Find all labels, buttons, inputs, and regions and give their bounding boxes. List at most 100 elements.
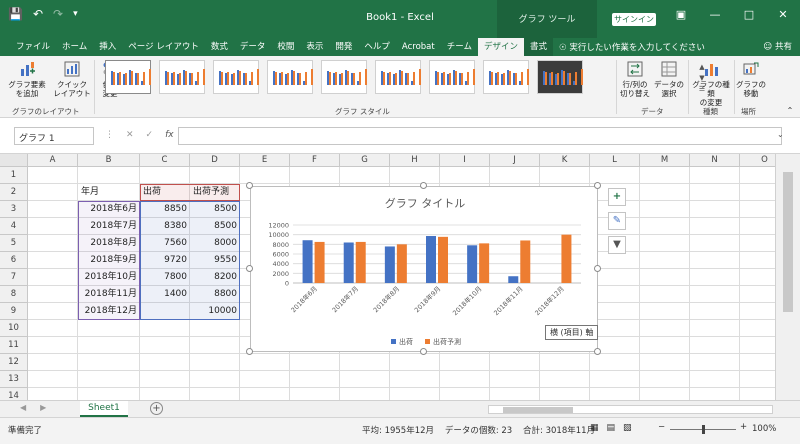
- tab-file[interactable]: ファイル: [10, 38, 56, 56]
- row-header[interactable]: 12: [0, 354, 28, 371]
- chart-style-thumbnail[interactable]: [267, 60, 313, 94]
- enter-icon[interactable]: ✓: [146, 130, 154, 140]
- row-header[interactable]: 9: [0, 303, 28, 320]
- plus-icon[interactable]: +: [608, 188, 626, 206]
- column-header[interactable]: E: [240, 154, 290, 167]
- chart-style-thumbnail[interactable]: [375, 60, 421, 94]
- resize-handle[interactable]: [594, 348, 601, 355]
- table-cell[interactable]: 8380: [140, 218, 190, 235]
- table-cell[interactable]: 9550: [190, 252, 240, 269]
- chart-style-thumbnail[interactable]: [213, 60, 259, 94]
- close-icon[interactable]: ✕: [766, 8, 800, 21]
- zoom-knob[interactable]: [702, 425, 705, 434]
- brush-icon[interactable]: ✎: [608, 212, 626, 230]
- column-header[interactable]: N: [690, 154, 740, 167]
- chart-style-thumbnail[interactable]: [105, 60, 151, 94]
- table-cell[interactable]: 8500: [190, 201, 240, 218]
- resize-handle[interactable]: [594, 265, 601, 272]
- row-header[interactable]: 10: [0, 320, 28, 337]
- row-header[interactable]: 1: [0, 167, 28, 184]
- table-cell[interactable]: 10000: [190, 303, 240, 320]
- insert-function-icon[interactable]: fx: [165, 130, 174, 140]
- table-cell[interactable]: 1400: [140, 286, 190, 303]
- zoom-in-icon[interactable]: +: [740, 422, 747, 432]
- column-header[interactable]: F: [290, 154, 340, 167]
- row-header[interactable]: 2: [0, 184, 28, 201]
- table-cell[interactable]: 8200: [190, 269, 240, 286]
- table-cell[interactable]: 2018年11月: [78, 286, 140, 303]
- resize-handle[interactable]: [420, 348, 427, 355]
- tell-me-search[interactable]: ☉ 実行したい作業を入力してください: [559, 41, 705, 53]
- column-header[interactable]: G: [340, 154, 390, 167]
- table-header-cell[interactable]: 出荷予測: [190, 184, 240, 201]
- chart-style-thumbnail[interactable]: [429, 60, 475, 94]
- switch-row-column-button[interactable]: 行/列の 切り替え: [618, 60, 652, 98]
- formula-input[interactable]: [178, 127, 782, 145]
- ribbon-display-icon[interactable]: ▣: [664, 8, 698, 21]
- row-header[interactable]: 3: [0, 201, 28, 218]
- chart-style-thumbnail[interactable]: [483, 60, 529, 94]
- change-chart-type-button[interactable]: グラフの種類 の変更: [690, 60, 732, 107]
- row-header[interactable]: 8: [0, 286, 28, 303]
- column-header[interactable]: K: [540, 154, 590, 167]
- resize-handle[interactable]: [246, 348, 253, 355]
- resize-handle[interactable]: [420, 182, 427, 189]
- column-header[interactable]: A: [28, 154, 78, 167]
- table-cell[interactable]: 2018年6月: [78, 201, 140, 218]
- tab-design[interactable]: デザイン: [477, 38, 524, 56]
- tab-review[interactable]: 校閲: [271, 38, 300, 56]
- resize-handle[interactable]: [246, 182, 253, 189]
- cancel-icon[interactable]: ✕: [126, 130, 134, 140]
- tab-formulas[interactable]: 数式: [205, 38, 234, 56]
- tab-team[interactable]: チーム: [441, 38, 478, 56]
- table-cell[interactable]: 2018年7月: [78, 218, 140, 235]
- table-cell[interactable]: 8000: [190, 235, 240, 252]
- column-header[interactable]: I: [440, 154, 490, 167]
- table-cell[interactable]: 2018年8月: [78, 235, 140, 252]
- resize-handle[interactable]: [594, 182, 601, 189]
- column-header[interactable]: O: [740, 154, 775, 167]
- table-header-cell[interactable]: 出荷: [140, 184, 190, 201]
- column-header[interactable]: C: [140, 154, 190, 167]
- horizontal-scrollbar[interactable]: [488, 405, 773, 414]
- share-button[interactable]: ☺ 共有: [763, 38, 792, 56]
- tab-view[interactable]: 表示: [300, 38, 329, 56]
- table-cell[interactable]: 2018年12月: [78, 303, 140, 320]
- column-header[interactable]: M: [640, 154, 690, 167]
- tab-data[interactable]: データ: [234, 38, 272, 56]
- column-header[interactable]: H: [390, 154, 440, 167]
- signin-button[interactable]: サインイン: [612, 13, 656, 26]
- table-cell[interactable]: [140, 303, 190, 320]
- column-header[interactable]: J: [490, 154, 540, 167]
- column-header[interactable]: D: [190, 154, 240, 167]
- zoom-out-icon[interactable]: −: [658, 422, 665, 432]
- table-cell[interactable]: 9720: [140, 252, 190, 269]
- table-cell[interactable]: 8850: [140, 201, 190, 218]
- customize-qat-icon[interactable]: ▾: [73, 7, 78, 21]
- table-cell[interactable]: 2018年9月: [78, 252, 140, 269]
- table-cell[interactable]: 8500: [190, 218, 240, 235]
- zoom-level[interactable]: 100%: [752, 424, 776, 434]
- row-header[interactable]: 4: [0, 218, 28, 235]
- row-header[interactable]: 11: [0, 337, 28, 354]
- save-icon[interactable]: 💾: [8, 7, 23, 21]
- select-data-button[interactable]: データの 選択: [652, 60, 686, 98]
- next-sheet-icon[interactable]: ▶: [40, 403, 46, 412]
- add-sheet-icon[interactable]: +: [150, 402, 163, 415]
- table-cell[interactable]: 7800: [140, 269, 190, 286]
- move-chart-button[interactable]: グラフの 移動: [736, 60, 766, 98]
- page-break-view-icon[interactable]: ▧: [623, 423, 632, 433]
- filter-icon[interactable]: ▼: [608, 236, 626, 254]
- tab-developer[interactable]: 開発: [329, 38, 358, 56]
- vertical-scroll-thumb[interactable]: [783, 172, 793, 312]
- normal-view-icon[interactable]: ▦: [590, 423, 599, 433]
- name-box[interactable]: グラフ 1: [14, 127, 94, 145]
- row-header[interactable]: 6: [0, 252, 28, 269]
- row-header[interactable]: 5: [0, 235, 28, 252]
- chart-style-thumbnail[interactable]: [159, 60, 205, 94]
- select-all-corner[interactable]: [0, 154, 28, 167]
- horizontal-scroll-thumb[interactable]: [503, 407, 573, 413]
- table-cell[interactable]: 7560: [140, 235, 190, 252]
- undo-icon[interactable]: ↶: [33, 7, 43, 21]
- sheet-tab[interactable]: Sheet1: [80, 401, 128, 417]
